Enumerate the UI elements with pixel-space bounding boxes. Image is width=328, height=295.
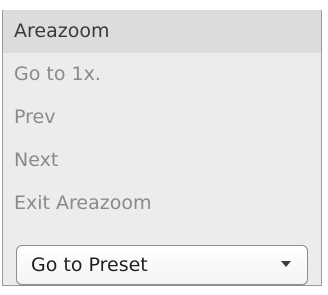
menu-item-exit-areazoom[interactable]: Exit Areazoom bbox=[3, 182, 321, 225]
preset-dropdown-label: Go to Preset bbox=[31, 254, 148, 276]
menu-item-go-to-1x[interactable]: Go to 1x. bbox=[3, 53, 321, 96]
go-to-preset-dropdown[interactable]: Go to Preset bbox=[16, 245, 308, 285]
chevron-down-icon bbox=[281, 261, 291, 267]
menu-item-next[interactable]: Next bbox=[3, 139, 321, 182]
areazoom-menu: Areazoom Go to 1x. Prev Next Exit Areazo… bbox=[2, 10, 322, 286]
menu-item-areazoom[interactable]: Areazoom bbox=[3, 10, 321, 53]
menu-item-prev[interactable]: Prev bbox=[3, 96, 321, 139]
